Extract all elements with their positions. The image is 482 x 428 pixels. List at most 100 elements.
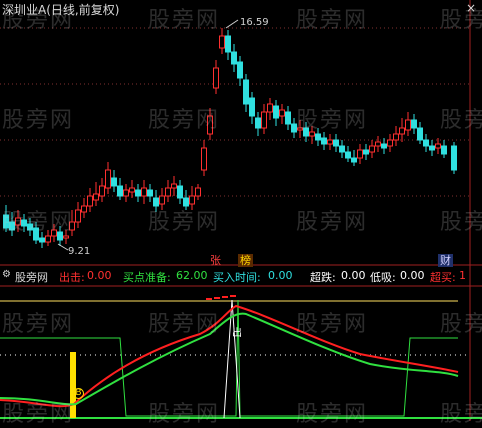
mairu-label: 买入时间: — [213, 271, 261, 284]
candle-body — [111, 177, 117, 187]
candle-body — [369, 145, 375, 153]
candle-body — [231, 51, 237, 65]
candle-body — [39, 237, 45, 243]
overbought-mark — [230, 295, 236, 297]
candle-body — [255, 117, 261, 129]
mairu-value: 0.00 — [268, 269, 293, 282]
candle-body — [45, 235, 51, 243]
candle-body — [27, 223, 33, 231]
candle-body — [339, 145, 345, 153]
candle-body — [117, 185, 123, 197]
overbought-mark — [206, 298, 212, 300]
candle-body — [3, 214, 9, 229]
candle-body — [57, 231, 63, 241]
indicator-header: ⚙ 股旁网 出击: 0.00 买点准备: 62.00 买入时间: 0.00 超跌… — [0, 269, 482, 285]
candle-body — [351, 157, 357, 163]
dixi-value: 0.00 — [400, 269, 425, 282]
candle-body — [225, 35, 231, 53]
candle-body — [219, 35, 225, 49]
candle-body — [435, 143, 441, 149]
candle-body — [249, 97, 255, 117]
chaomai-label: 超买: — [430, 271, 456, 284]
candle-body — [81, 205, 87, 213]
candle-body — [135, 189, 141, 197]
candle-body — [357, 149, 363, 159]
high-arrow — [225, 19, 239, 29]
candle-body — [279, 109, 285, 117]
candle-body — [141, 187, 147, 197]
chaomai-value: 1 — [459, 269, 466, 282]
candle-body — [303, 127, 309, 137]
candle-body — [189, 195, 195, 205]
candle-body — [405, 119, 411, 131]
candle-body — [183, 197, 189, 207]
candle-body — [327, 139, 333, 145]
candle-body — [165, 187, 171, 197]
candle-body — [381, 143, 387, 149]
title-bar: 深圳业A(日线,前复权) × — [0, 0, 482, 18]
candle-body — [195, 187, 201, 197]
candle-body — [153, 197, 159, 207]
candle-body — [177, 185, 183, 199]
settings-icon[interactable]: ⚙ — [2, 269, 11, 280]
maidian-label: 买点准备: — [123, 271, 171, 284]
candle-body — [273, 105, 279, 119]
close-icon[interactable]: × — [464, 1, 478, 15]
candle-body — [387, 139, 393, 147]
high-price-label: 16.59 — [240, 17, 269, 28]
candle-body — [123, 189, 129, 197]
candle-body — [75, 209, 81, 223]
candle-body — [411, 119, 417, 129]
candle-body — [201, 147, 207, 171]
candle-body — [207, 115, 213, 135]
candle-body — [315, 133, 321, 141]
candle-body — [159, 195, 165, 205]
candle-body — [105, 169, 111, 189]
candle-body — [291, 123, 297, 133]
candle-body — [21, 219, 27, 227]
candle-body — [429, 145, 435, 151]
candle-body — [69, 221, 75, 231]
candle-body — [51, 229, 57, 237]
candle-body — [345, 151, 351, 159]
candle-body — [15, 217, 21, 226]
candle-body — [363, 149, 369, 155]
candle-body — [93, 193, 99, 201]
dixi-label: 低吸: — [370, 271, 396, 284]
buy-marker: B — [73, 388, 84, 399]
maidian-value: 62.00 — [176, 269, 208, 282]
chuji-label: 出击: — [59, 271, 85, 284]
tag-bang[interactable]: 榜 — [238, 254, 253, 267]
overbought-mark — [214, 297, 220, 299]
candle-body — [261, 111, 267, 129]
candle-body — [237, 61, 243, 79]
buy-bar — [70, 352, 76, 418]
candle-body — [321, 137, 327, 145]
price-chart — [0, 0, 482, 421]
out-marker: 出 — [232, 328, 242, 339]
candle-body — [129, 187, 135, 193]
stock-title: 深圳业A(日线,前复权) — [2, 3, 120, 17]
low-arrow — [57, 243, 69, 251]
overbought-mark — [222, 296, 228, 298]
tag-zhang[interactable]: 张 — [208, 254, 223, 267]
candle-body — [451, 145, 457, 171]
chuji-value: 0.00 — [87, 269, 112, 282]
candle-body — [147, 189, 153, 197]
chaodie-label: 超跌: — [310, 271, 336, 284]
red-line — [0, 304, 459, 408]
candle-body — [441, 145, 447, 155]
candle-body — [33, 227, 39, 241]
tag-cai[interactable]: 财 — [438, 254, 453, 267]
candle-body — [243, 79, 249, 105]
candle-body — [309, 131, 315, 137]
candle-body — [375, 141, 381, 147]
candle-body — [171, 183, 177, 189]
candle-body — [297, 127, 303, 131]
candle-body — [417, 127, 423, 141]
candle-body — [285, 111, 291, 125]
indicator-name: 股旁网 — [15, 271, 48, 284]
candle-body — [267, 103, 273, 113]
candle-body — [333, 139, 339, 147]
candle-body — [399, 127, 405, 135]
